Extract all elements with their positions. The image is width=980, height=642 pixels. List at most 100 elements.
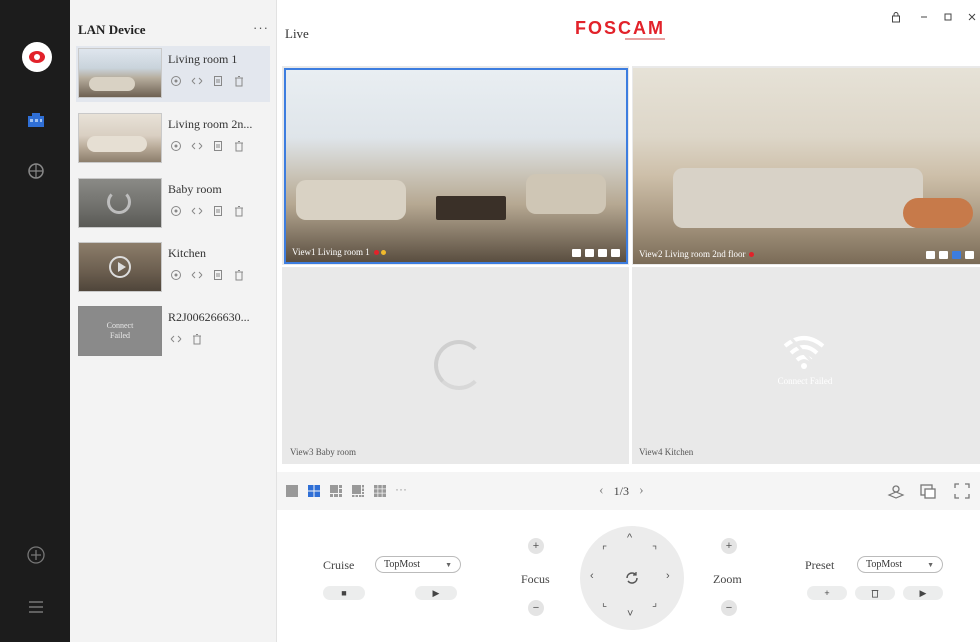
focus-label: Focus bbox=[521, 572, 550, 586]
video-view-1[interactable]: View1 Living room 1 bbox=[284, 68, 628, 264]
cruise-stop-button[interactable]: ■ bbox=[323, 586, 365, 600]
settings-icon[interactable] bbox=[169, 204, 182, 217]
fullscreen-icon[interactable] bbox=[953, 482, 971, 500]
device-item-r2j006266630[interactable]: Connect Failed R2J006266630... bbox=[76, 304, 270, 360]
view-label: View1 Living room 1 bbox=[292, 247, 386, 257]
next-page-button[interactable]: › bbox=[639, 483, 644, 499]
delete-icon[interactable] bbox=[232, 139, 245, 152]
layout-3x3-icon[interactable] bbox=[373, 484, 387, 498]
page-indicator: 1/3 bbox=[613, 483, 630, 498]
device-name: R2J006266630... bbox=[168, 310, 250, 324]
focus-plus-button[interactable]: + bbox=[528, 538, 544, 554]
share-icon[interactable] bbox=[190, 268, 203, 281]
playback-icon[interactable] bbox=[24, 160, 48, 182]
delete-icon[interactable] bbox=[232, 74, 245, 87]
preset-select[interactable]: TopMost ▼ bbox=[857, 556, 943, 573]
video-view-4[interactable]: Connect Failed View4 Kitchen bbox=[633, 268, 980, 462]
device-name: Living room 2n... bbox=[168, 117, 253, 131]
main-area: Live FOSCAM View1 Living room 1 View2 Li… bbox=[277, 0, 980, 642]
connect-failed-text: Connect bbox=[106, 321, 134, 330]
device-thumbnail bbox=[78, 242, 162, 292]
preset-go-button[interactable]: ▶ bbox=[903, 586, 943, 600]
device-item-baby-room[interactable]: Baby room bbox=[76, 176, 270, 232]
up-left-arrow-icon: ⌜ bbox=[602, 545, 608, 557]
video-view-3[interactable]: View3 Baby room bbox=[284, 268, 628, 462]
share-icon[interactable] bbox=[190, 74, 203, 87]
view-controls[interactable] bbox=[572, 249, 620, 257]
ptz-joystick[interactable]: ^ ˅ ‹ › ⌜ ⌝ ⌞ ⌟ bbox=[580, 526, 684, 630]
device-item-kitchen[interactable]: Kitchen bbox=[76, 240, 270, 296]
preset-add-button[interactable]: + bbox=[807, 586, 847, 600]
layout-1x1-icon[interactable] bbox=[285, 484, 299, 498]
focus-minus-button[interactable]: − bbox=[528, 600, 544, 616]
layout-1plus5-icon[interactable] bbox=[329, 484, 343, 498]
share-icon[interactable] bbox=[169, 332, 182, 345]
reset-icon[interactable] bbox=[624, 570, 640, 586]
layout-1plus7-icon[interactable] bbox=[351, 484, 365, 498]
section-title: Live bbox=[285, 26, 309, 41]
down-left-arrow-icon: ⌞ bbox=[602, 597, 608, 609]
video-grid: View1 Living room 1 View2 Living room 2n… bbox=[282, 66, 980, 464]
zoom-minus-button[interactable]: − bbox=[721, 600, 737, 616]
file-icon[interactable] bbox=[211, 139, 224, 152]
cruise-select[interactable]: TopMost ▼ bbox=[375, 556, 461, 573]
panel-title: LAN Device bbox=[78, 22, 146, 37]
settings-icon[interactable] bbox=[169, 74, 182, 87]
app-window: LAN Device ··· Living room 1 Living room… bbox=[0, 0, 980, 642]
left-rail bbox=[0, 0, 70, 642]
device-name: Living room 1 bbox=[168, 52, 238, 66]
file-icon[interactable] bbox=[211, 268, 224, 281]
zoom-label: Zoom bbox=[713, 572, 742, 586]
cruise-play-button[interactable]: ▶ bbox=[415, 586, 457, 600]
left-arrow-icon: ‹ bbox=[590, 570, 594, 582]
delete-icon[interactable] bbox=[232, 204, 245, 217]
right-arrow-icon: › bbox=[666, 570, 670, 582]
layout-toolbar: ··· ‹ 1/3 › bbox=[277, 472, 980, 510]
zoom-plus-button[interactable]: + bbox=[721, 538, 737, 554]
add-device-icon[interactable] bbox=[24, 544, 48, 566]
prev-page-button[interactable]: ‹ bbox=[599, 483, 604, 499]
share-icon[interactable] bbox=[190, 139, 203, 152]
multi-window-icon[interactable] bbox=[919, 482, 937, 500]
connect-failed-text: Failed bbox=[110, 331, 130, 340]
settings-icon[interactable] bbox=[169, 139, 182, 152]
device-thumbnail bbox=[78, 113, 162, 163]
preset-label: Preset bbox=[805, 558, 835, 572]
device-item-living-room-2[interactable]: Living room 2n... bbox=[76, 111, 270, 167]
file-icon[interactable] bbox=[211, 204, 224, 217]
menu-icon[interactable] bbox=[24, 596, 48, 618]
preset-delete-button[interactable] bbox=[855, 586, 895, 600]
share-icon[interactable] bbox=[190, 204, 203, 217]
connect-failed-text: Connect Failed bbox=[777, 376, 833, 386]
play-icon[interactable] bbox=[109, 256, 131, 278]
cruise-map-icon[interactable] bbox=[887, 482, 905, 500]
down-right-arrow-icon: ⌟ bbox=[652, 597, 658, 609]
settings-icon[interactable] bbox=[169, 268, 182, 281]
device-name: Baby room bbox=[168, 182, 222, 196]
close-icon[interactable] bbox=[965, 10, 979, 24]
device-panel: LAN Device ··· Living room 1 Living room… bbox=[70, 0, 277, 642]
video-view-2[interactable]: View2 Living room 2nd floor bbox=[633, 68, 980, 264]
device-thumbnail bbox=[78, 48, 162, 98]
more-layouts-button[interactable]: ··· bbox=[395, 482, 407, 496]
foscam-logo bbox=[22, 42, 52, 72]
title-bar: Live FOSCAM bbox=[277, 0, 980, 60]
view-label: View3 Baby room bbox=[290, 447, 356, 457]
view-controls[interactable] bbox=[926, 251, 974, 259]
delete-icon[interactable] bbox=[232, 268, 245, 281]
delete-icon[interactable] bbox=[190, 332, 203, 345]
up-arrow-icon: ^ bbox=[627, 532, 633, 544]
lock-icon[interactable] bbox=[889, 10, 903, 24]
brand-logo: FOSCAM bbox=[575, 18, 665, 38]
brand-tagline bbox=[625, 38, 665, 40]
layout-2x2-icon[interactable] bbox=[307, 484, 321, 498]
live-view-icon[interactable] bbox=[24, 110, 48, 132]
down-arrow-icon: ˅ bbox=[627, 608, 634, 620]
minimize-icon[interactable] bbox=[917, 10, 931, 24]
device-item-living-room-1[interactable]: Living room 1 bbox=[76, 46, 270, 102]
file-icon[interactable] bbox=[211, 74, 224, 87]
maximize-icon[interactable] bbox=[941, 10, 955, 24]
loading-spinner bbox=[107, 190, 131, 214]
loading-spinner bbox=[434, 340, 484, 390]
panel-more-button[interactable]: ··· bbox=[253, 20, 269, 35]
